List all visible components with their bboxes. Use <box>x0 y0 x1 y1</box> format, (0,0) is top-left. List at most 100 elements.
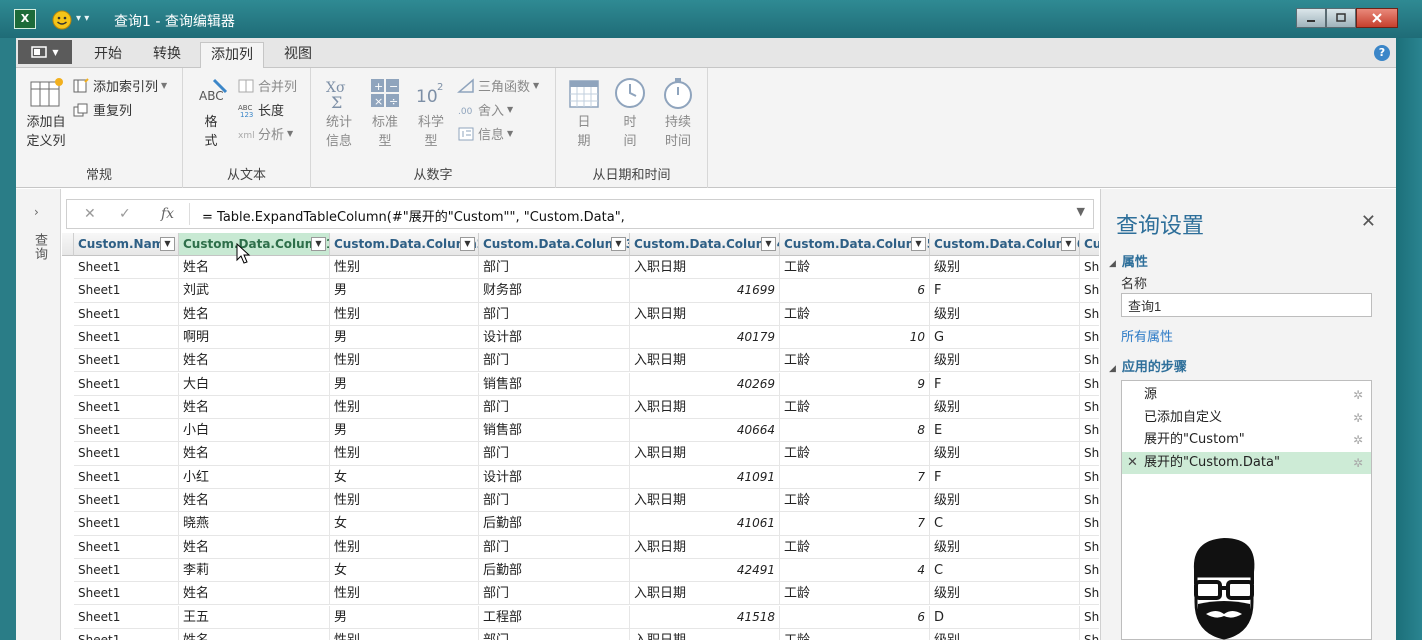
table-cell[interactable]: 41699 <box>630 279 780 303</box>
table-cell[interactable]: 姓名 <box>179 395 330 420</box>
column-header[interactable]: Custom.Name ▼ <box>74 233 179 256</box>
merge-columns-button[interactable]: 合并列 <box>237 76 297 95</box>
duration-button[interactable]: 持续 时间 <box>654 76 702 151</box>
table-cell[interactable]: 入职日期 <box>630 489 780 513</box>
table-cell[interactable]: 7 <box>780 465 930 489</box>
table-cell[interactable]: Sheet1 <box>74 349 179 373</box>
table-cell[interactable]: 6 <box>780 279 930 303</box>
table-cell[interactable]: She <box>1080 256 1099 280</box>
table-cell[interactable]: 级别 <box>930 442 1080 466</box>
properties-section-header[interactable]: ◢ 属性 <box>1109 251 1148 270</box>
table-cell[interactable]: 部门 <box>479 256 630 280</box>
table-cell[interactable]: 姓名 <box>179 349 330 373</box>
table-cell[interactable]: 级别 <box>930 582 1080 606</box>
table-cell[interactable]: 女 <box>330 512 479 536</box>
table-cell[interactable]: Sheet1 <box>74 489 179 513</box>
statistics-button[interactable]: Xσ Σ 统计 信息 <box>317 76 361 151</box>
table-cell[interactable]: 财务部 <box>479 279 630 303</box>
column-header[interactable]: Custom.Data.Column5 ▼ <box>780 233 930 256</box>
table-cell[interactable]: 女 <box>330 558 479 583</box>
table-cell[interactable]: She <box>1080 582 1099 606</box>
table-cell[interactable]: 工龄 <box>780 442 930 466</box>
table-cell[interactable]: 姓名 <box>179 582 330 606</box>
table-cell[interactable]: 入职日期 <box>630 395 780 420</box>
table-cell[interactable]: 李莉 <box>179 558 330 583</box>
table-cell[interactable]: 性别 <box>330 535 479 559</box>
column-header[interactable]: Cus <box>1080 233 1099 256</box>
table-cell[interactable]: 40664 <box>630 419 780 443</box>
delete-step-icon[interactable]: ✕ <box>1127 452 1138 474</box>
table-cell[interactable]: 工龄 <box>780 582 930 606</box>
table-cell[interactable]: 41061 <box>630 512 780 536</box>
table-cell[interactable]: 级别 <box>930 256 1080 280</box>
table-cell[interactable]: 后勤部 <box>479 512 630 536</box>
filter-dropdown-icon[interactable]: ▼ <box>160 237 175 251</box>
table-cell[interactable]: 姓名 <box>179 628 330 640</box>
table-cell[interactable]: 部门 <box>479 302 630 326</box>
table-cell[interactable]: Sheet1 <box>74 302 179 326</box>
table-cell[interactable]: She <box>1080 303 1099 326</box>
close-window-button[interactable] <box>1356 8 1398 28</box>
applied-step[interactable]: 展开的"Custom" ✲ <box>1122 429 1371 451</box>
applied-step[interactable]: ✕ 展开的"Custom.Data" ✲ <box>1122 451 1371 474</box>
tab-add-column[interactable]: 添加列 <box>200 42 264 69</box>
table-cell[interactable]: She <box>1080 606 1099 629</box>
add-index-column-button[interactable]: 添加索引列 ▼ <box>72 76 167 95</box>
table-cell[interactable]: Sheet1 <box>74 256 179 280</box>
table-cell[interactable]: 性别 <box>330 302 479 326</box>
table-cell[interactable]: 入职日期 <box>630 582 780 606</box>
table-cell[interactable]: She <box>1080 559 1099 583</box>
table-cell[interactable]: 姓名 <box>179 256 330 280</box>
table-cell[interactable]: 级别 <box>930 395 1080 420</box>
duplicate-column-button[interactable]: 重复列 <box>72 100 132 119</box>
table-cell[interactable]: 后勤部 <box>479 558 630 583</box>
navigator-pane[interactable]: › 查询 <box>16 189 61 640</box>
cancel-formula-icon[interactable]: ✕ <box>84 206 96 222</box>
standard-button[interactable]: + − × ÷ 标准 型 <box>363 76 407 151</box>
table-cell[interactable]: 入职日期 <box>630 349 780 373</box>
table-cell[interactable]: Sheet1 <box>74 628 179 640</box>
table-cell[interactable]: 性别 <box>330 395 479 420</box>
table-cell[interactable]: E <box>930 419 1080 443</box>
column-header[interactable]: Custom.Data.Column6 ▼ <box>930 233 1080 256</box>
table-cell[interactable]: 42491 <box>630 558 780 583</box>
length-button[interactable]: ABC 123 长度 <box>237 100 284 120</box>
table-cell[interactable]: Sheet1 <box>74 512 179 536</box>
step-settings-gear-icon[interactable]: ✲ <box>1353 452 1363 474</box>
table-cell[interactable]: 姓名 <box>179 302 330 326</box>
table-cell[interactable]: 41518 <box>630 605 780 629</box>
table-cell[interactable]: D <box>930 605 1080 629</box>
table-cell[interactable]: 入职日期 <box>630 535 780 559</box>
step-settings-gear-icon[interactable]: ✲ <box>1353 407 1363 429</box>
table-cell[interactable]: F <box>930 465 1080 489</box>
filter-dropdown-icon[interactable]: ▼ <box>460 237 475 251</box>
time-button[interactable]: 时 间 <box>608 76 652 151</box>
table-cell[interactable]: Sheet1 <box>74 419 179 443</box>
table-cell[interactable]: 销售部 <box>479 419 630 443</box>
column-header[interactable]: Custom.Data.Column3 ▼ <box>479 233 630 256</box>
minimize-button[interactable] <box>1296 8 1326 28</box>
table-cell[interactable]: Sheet1 <box>74 558 179 583</box>
table-cell[interactable]: 性别 <box>330 442 479 466</box>
table-cell[interactable]: 工程部 <box>479 605 630 629</box>
table-cell[interactable]: 性别 <box>330 349 479 373</box>
table-cell[interactable]: 级别 <box>930 349 1080 373</box>
table-cell[interactable]: 姓名 <box>179 489 330 513</box>
quick-access-dropdown[interactable]: ▾ ▾ <box>76 13 89 24</box>
filter-dropdown-icon[interactable]: ▼ <box>911 237 926 251</box>
table-cell[interactable]: 销售部 <box>479 372 630 396</box>
close-icon[interactable]: ✕ <box>1361 211 1376 232</box>
table-cell[interactable]: Sheet1 <box>74 605 179 629</box>
table-cell[interactable]: 40179 <box>630 325 780 350</box>
column-header[interactable]: Custom.Data.Column1 ▼ <box>179 233 330 256</box>
table-cell[interactable]: 王五 <box>179 605 330 629</box>
table-cell[interactable]: 晓燕 <box>179 512 330 536</box>
chevron-down-icon[interactable]: ▼ <box>1077 205 1085 218</box>
table-cell[interactable]: C <box>930 558 1080 583</box>
table-cell[interactable]: 男 <box>330 605 479 629</box>
table-cell[interactable]: She <box>1080 326 1099 350</box>
table-cell[interactable]: 男 <box>330 419 479 443</box>
table-cell[interactable]: 女 <box>330 465 479 489</box>
table-cell[interactable]: 姓名 <box>179 442 330 466</box>
table-cell[interactable]: Sheet1 <box>74 325 179 350</box>
